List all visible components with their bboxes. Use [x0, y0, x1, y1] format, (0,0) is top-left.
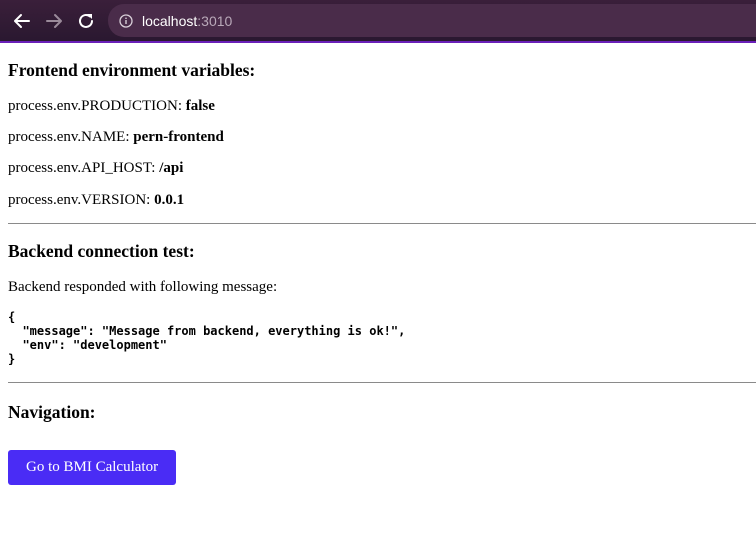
env-var-production: process.env.PRODUCTION: false [8, 98, 756, 115]
back-button[interactable] [8, 7, 36, 35]
info-icon[interactable] [118, 13, 134, 29]
backend-status-text: Backend responded with following message… [8, 279, 278, 295]
env-var-value: 0.0.1 [154, 192, 185, 208]
navigation-heading: Navigation: [8, 402, 96, 422]
env-var-value: false [185, 98, 215, 114]
reload-button[interactable] [72, 7, 100, 35]
section-divider [8, 382, 756, 383]
frontend-heading: Frontend environment variables: [8, 60, 256, 80]
backend-heading: Backend connection test: [8, 241, 195, 261]
arrow-right-icon [46, 14, 62, 28]
backend-response-json: { "message": "Message from backend, ever… [8, 310, 406, 366]
url-port: :3010 [197, 12, 233, 29]
section-divider [8, 223, 756, 224]
env-var-value: pern-frontend [133, 129, 224, 145]
go-to-bmi-calculator-button[interactable]: Go to BMI Calculator [8, 450, 177, 485]
env-var-key: process.env.NAME: [8, 129, 134, 145]
env-var-key: process.env.PRODUCTION: [8, 98, 186, 114]
page-content: Frontend environment variables: process.… [0, 60, 756, 485]
forward-button[interactable] [40, 7, 68, 35]
address-bar[interactable]: localhost:3010 [108, 4, 756, 37]
env-var-value: /api [159, 160, 184, 176]
env-var-version: process.env.VERSION: 0.0.1 [8, 192, 756, 209]
env-var-key: process.env.API_HOST: [8, 160, 160, 176]
env-var-api-host: process.env.API_HOST: /api [8, 160, 756, 177]
env-var-key: process.env.VERSION: [8, 192, 155, 208]
arrow-left-icon [14, 14, 30, 28]
env-var-name: process.env.NAME: pern-frontend [8, 129, 756, 146]
reload-icon [79, 13, 93, 28]
url-host: localhost [142, 12, 198, 29]
browser-toolbar: localhost:3010 [0, 0, 756, 43]
